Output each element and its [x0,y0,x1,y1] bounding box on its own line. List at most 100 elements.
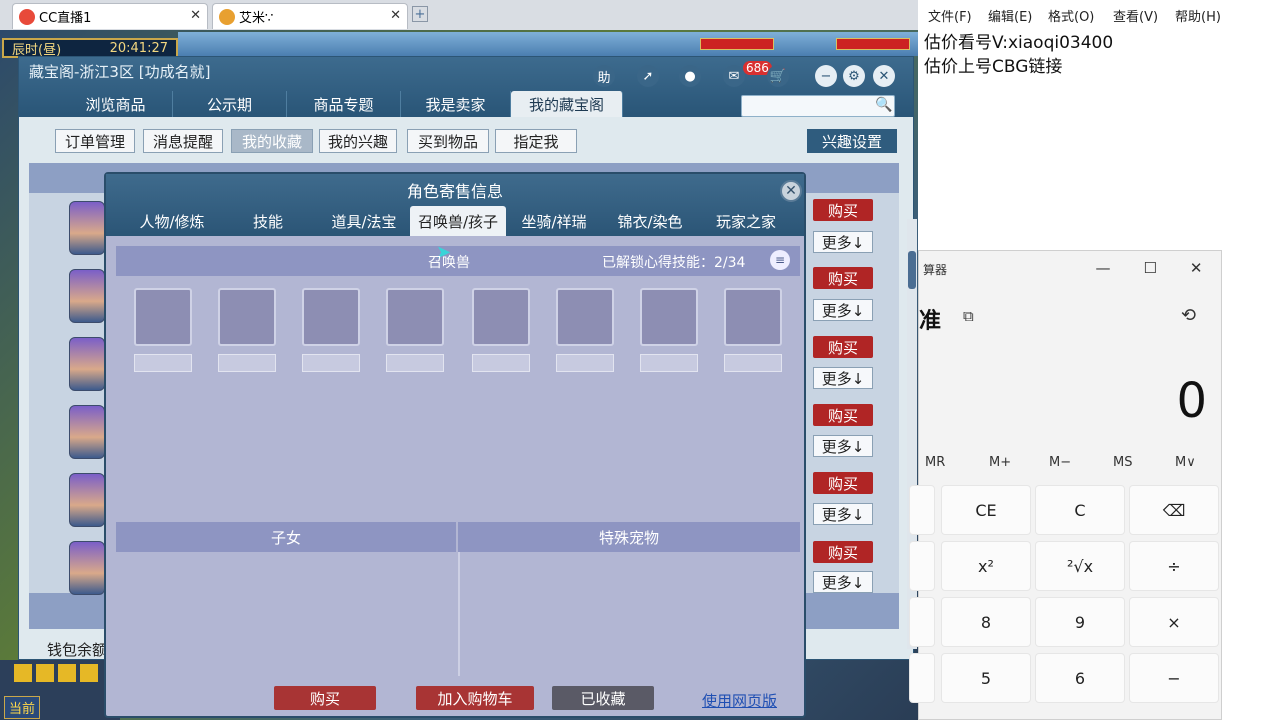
calc-key[interactable] [909,653,935,703]
calc-key[interactable] [909,597,935,647]
search-input[interactable] [741,95,895,117]
tab-topics[interactable]: 商品专题 [287,91,401,117]
pet-slot[interactable] [640,288,698,346]
arrow-right-icon[interactable] [80,664,98,682]
memory-subtract[interactable]: M− [1049,455,1071,470]
web-version-link[interactable]: 使用网页版 [702,690,777,711]
my-favorites-button[interactable]: 我的收藏 [231,129,313,153]
assigned-me-button[interactable]: 指定我 [495,129,577,153]
settings-button[interactable]: ⚙ [843,65,865,87]
backspace-key[interactable]: ⌫ [1129,485,1219,535]
square-key[interactable]: x² [941,541,1031,591]
divide-key[interactable]: ÷ [1129,541,1219,591]
tab-announce[interactable]: 公示期 [173,91,287,117]
pet-slot[interactable] [556,288,614,346]
pet-slot[interactable] [472,288,530,346]
arrow-down-icon[interactable] [58,664,76,682]
digit-5-key[interactable]: 5 [941,653,1031,703]
keep-on-top-icon[interactable]: ⧉ [963,307,974,325]
digit-8-key[interactable]: 8 [941,597,1031,647]
character-avatar[interactable] [69,269,105,323]
memory-add[interactable]: M+ [989,455,1011,470]
more-button[interactable]: 更多↓ [813,367,873,389]
buy-button[interactable]: 购买 [274,686,376,710]
memory-store[interactable]: MS [1113,455,1132,470]
dialog-close-button[interactable]: ✕ [780,180,802,202]
pet-slot[interactable] [302,288,360,346]
buy-button[interactable]: 购买 [813,336,873,358]
sqrt-key[interactable]: ²√x [1035,541,1125,591]
record-icon[interactable]: ● [679,65,701,87]
order-manage-button[interactable]: 订单管理 [55,129,135,153]
menu-edit[interactable]: 编辑(E) [988,6,1032,25]
close-icon[interactable]: ✕ [1190,259,1203,279]
my-interest-button[interactable]: 我的兴趣 [319,129,397,153]
close-icon[interactable]: ✕ [190,8,201,23]
notepad-line[interactable]: 估价上号CBG链接 [924,52,1062,77]
digit-9-key[interactable]: 9 [1035,597,1125,647]
tab-character[interactable]: 人物/修炼 [124,206,220,236]
minus-key[interactable]: − [1129,653,1219,703]
calc-key[interactable] [909,541,935,591]
buy-button[interactable]: 购买 [813,404,873,426]
cart-icon[interactable]: 🛒 [767,65,789,87]
multiply-key[interactable]: × [1129,597,1219,647]
tab-browse[interactable]: 浏览商品 [59,91,173,117]
more-button[interactable]: 更多↓ [813,231,873,253]
character-avatar[interactable] [69,201,105,255]
tab-seller[interactable]: 我是卖家 [401,91,511,117]
character-avatar[interactable] [69,541,105,595]
arrow-left-icon[interactable] [14,664,32,682]
character-avatar[interactable] [69,337,105,391]
character-avatar[interactable] [69,473,105,527]
scrollbar-thumb[interactable] [908,251,916,289]
menu-view[interactable]: 查看(V) [1113,6,1158,25]
menu-help[interactable]: 帮助(H) [1175,6,1221,25]
clear-entry-key[interactable]: CE [941,485,1031,535]
help-button[interactable]: 助 [593,65,615,87]
message-icon[interactable]: ✉ [723,65,745,87]
tab-items[interactable]: 道具/法宝 [316,206,412,236]
tab-my-cbg[interactable]: 我的藏宝阁 [511,91,623,117]
current-channel-label[interactable]: 当前 [4,696,41,719]
browser-tab-aimi[interactable]: 艾米∵ ✕ [212,3,408,29]
tab-home[interactable]: 玩家之家 [698,206,794,236]
maximize-icon[interactable]: ☐ [1143,259,1156,279]
close-icon[interactable]: ✕ [390,8,401,23]
history-icon[interactable]: ⟲ [1181,305,1196,326]
buy-button[interactable]: 购买 [813,267,873,289]
pet-slot[interactable] [724,288,782,346]
more-button[interactable]: 更多↓ [813,503,873,525]
browser-tab-cc[interactable]: CC直播1 ✕ [12,3,208,29]
search-icon[interactable]: 🔍 [875,97,892,113]
arrow-up-icon[interactable] [36,664,54,682]
menu-file[interactable]: 文件(F) [928,6,972,25]
calc-key[interactable] [909,485,935,535]
buy-button[interactable]: 购买 [813,199,873,221]
add-to-cart-button[interactable]: 加入购物车 [416,686,534,710]
tab-outfits[interactable]: 锦衣/染色 [602,206,698,236]
minimize-icon[interactable]: — [1095,259,1110,279]
character-avatar[interactable] [69,405,105,459]
tab-mounts[interactable]: 坐骑/祥瑞 [506,206,602,236]
pet-slot[interactable] [386,288,444,346]
more-button[interactable]: 更多↓ [813,299,873,321]
memory-list[interactable]: M∨ [1175,455,1196,470]
menu-format[interactable]: 格式(O) [1048,6,1094,25]
tab-pets[interactable]: 召唤兽/孩子 [410,206,506,236]
interest-settings-button[interactable]: 兴趣设置 [807,129,897,153]
favorited-button[interactable]: 已收藏 [552,686,654,710]
digit-6-key[interactable]: 6 [1035,653,1125,703]
minimize-button[interactable]: − [815,65,837,87]
share-icon[interactable]: ➚ [637,65,659,87]
more-button[interactable]: 更多↓ [813,435,873,457]
buy-button[interactable]: 购买 [813,541,873,563]
pet-slot[interactable] [218,288,276,346]
new-tab-button[interactable]: + [412,6,428,22]
message-remind-button[interactable]: 消息提醒 [143,129,223,153]
bought-items-button[interactable]: 买到物品 [407,129,489,153]
notepad-line[interactable]: 估价看号V:xiaoqi03400 [924,28,1113,53]
memory-recall[interactable]: MR [925,455,945,470]
close-button[interactable]: ✕ [873,65,895,87]
clear-key[interactable]: C [1035,485,1125,535]
